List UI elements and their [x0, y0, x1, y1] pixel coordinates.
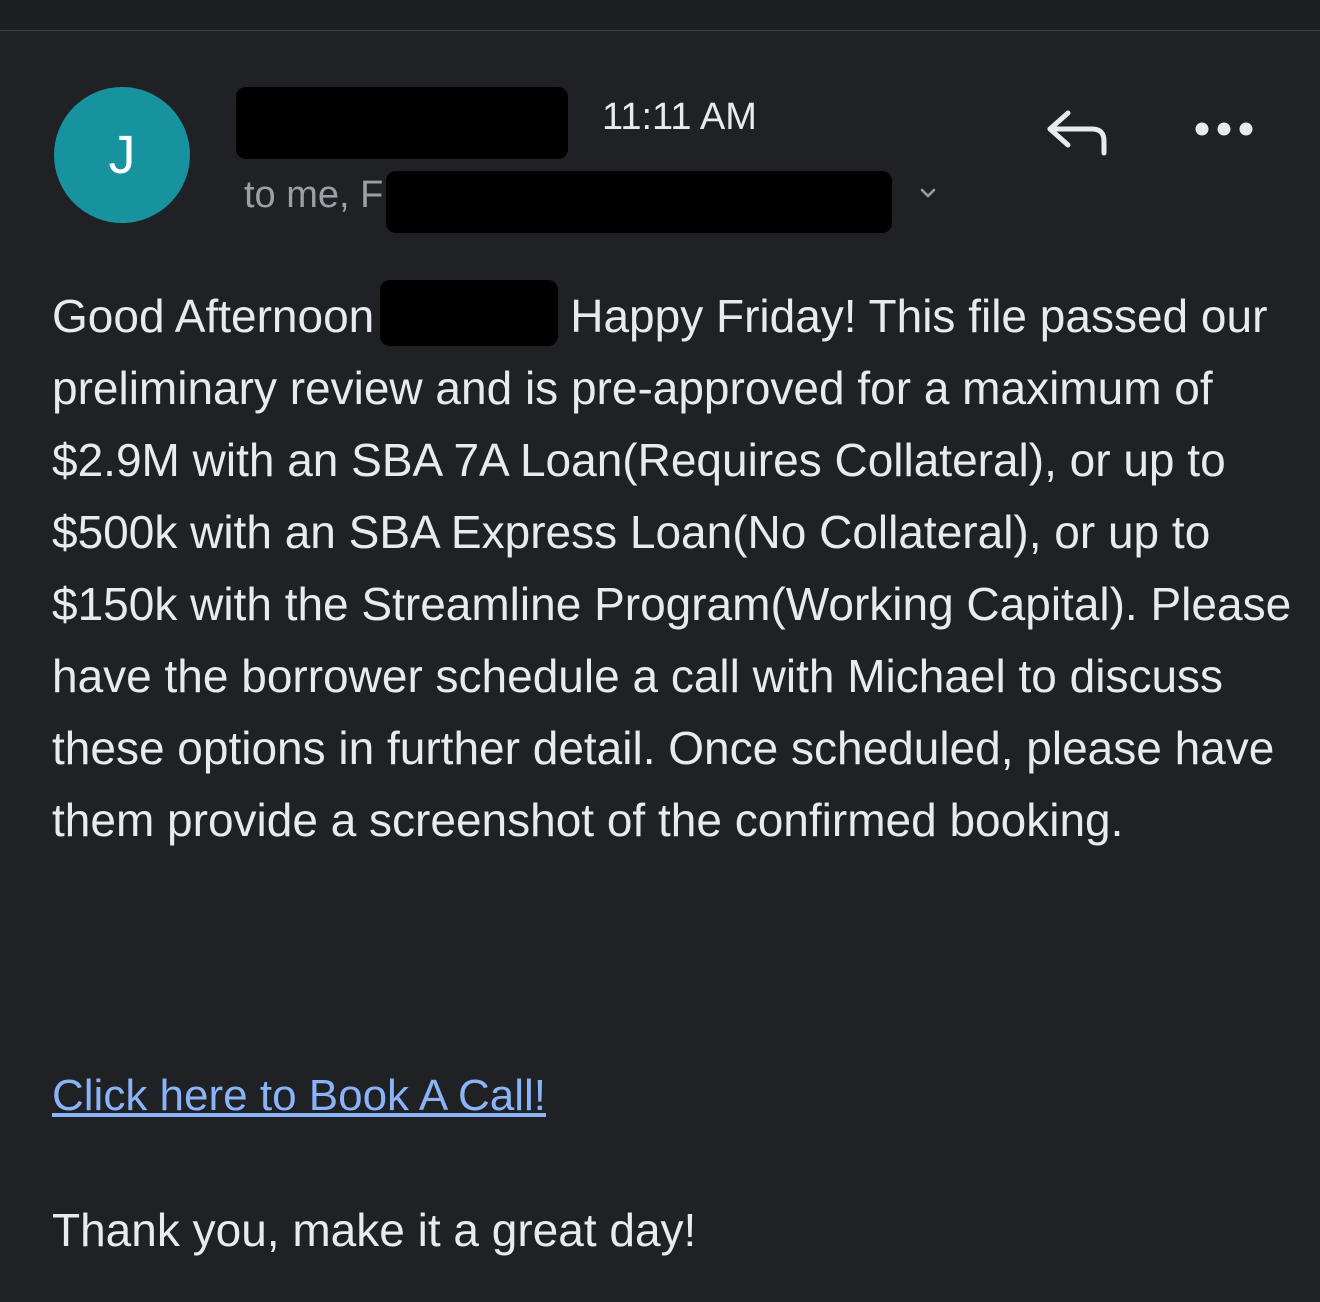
book-call-link[interactable]: Click here to Book A Call!	[52, 1068, 546, 1124]
sender-avatar[interactable]: J	[54, 87, 190, 223]
recipients-text: to me, F	[244, 174, 384, 216]
redacted-sender-name	[236, 87, 568, 159]
body-first-line-rest: Happy Friday! This file passed	[570, 290, 1189, 342]
redacted-recipients	[386, 171, 892, 233]
reply-icon[interactable]	[1040, 103, 1112, 159]
signoff-text: Thank you, make it a great day!	[52, 1204, 697, 1256]
recipients-line[interactable]: to me, F	[244, 173, 383, 217]
greeting-text: Good Afternoon	[52, 290, 375, 342]
more-options-icon[interactable]	[1192, 109, 1256, 149]
body-main-text: our preliminary review and is pre-approv…	[52, 290, 1292, 846]
top-bar	[0, 0, 1320, 31]
chevron-down-icon[interactable]	[918, 181, 938, 205]
email-body-paragraph: Good Afternoon Happy Friday! This file pa…	[52, 280, 1292, 856]
email-header: J 11:11 AM to me, F	[0, 31, 1320, 251]
email-time: 11:11 AM	[602, 96, 757, 138]
avatar-initial: J	[108, 125, 136, 185]
redacted-recipient-name	[380, 280, 559, 346]
email-body: Good Afternoon Happy Friday! This file pa…	[52, 280, 1292, 856]
